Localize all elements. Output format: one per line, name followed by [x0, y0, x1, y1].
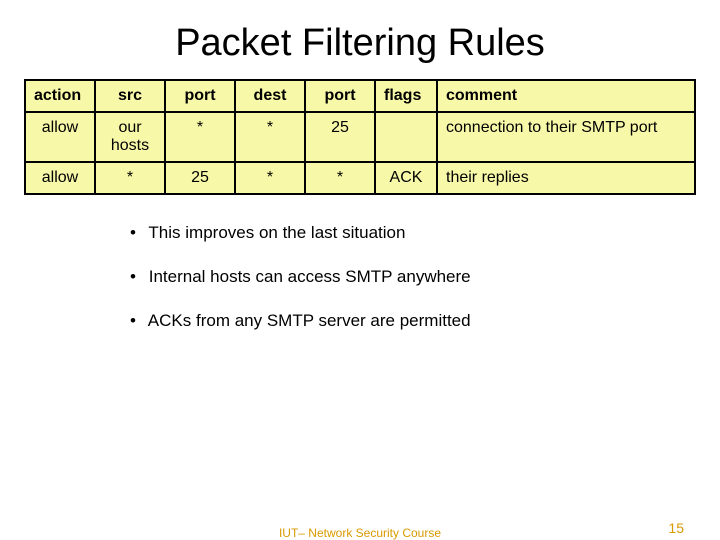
rules-table-wrap: action src port dest port flags comment …: [24, 79, 696, 195]
cell-comment: their replies: [437, 162, 695, 194]
bullet-text: Internal hosts can access SMTP anywhere: [149, 267, 471, 286]
cell-comment: connection to their SMTP port: [437, 112, 695, 162]
cell-dest: *: [235, 162, 305, 194]
cell-port1: *: [165, 112, 235, 162]
cell-flags: [375, 112, 437, 162]
cell-port2: 25: [305, 112, 375, 162]
rules-table: action src port dest port flags comment …: [24, 79, 696, 195]
cell-flags: ACK: [375, 162, 437, 194]
bullet-icon: •: [130, 267, 144, 287]
page-title: Packet Filtering Rules: [0, 22, 720, 65]
list-item: • ACKs from any SMTP server are permitte…: [130, 311, 720, 331]
cell-port1: 25: [165, 162, 235, 194]
list-item: • Internal hosts can access SMTP anywher…: [130, 267, 720, 287]
cell-port2: *: [305, 162, 375, 194]
bullet-text: This improves on the last situation: [148, 223, 405, 242]
bullet-icon: •: [130, 311, 144, 331]
cell-src: *: [95, 162, 165, 194]
page-number: 15: [668, 520, 684, 536]
col-comment: comment: [437, 80, 695, 112]
col-src: src: [95, 80, 165, 112]
col-dest: dest: [235, 80, 305, 112]
cell-dest: *: [235, 112, 305, 162]
footer-text: IUT– Network Security Course: [0, 526, 720, 540]
slide: Packet Filtering Rules action src port d…: [0, 22, 720, 540]
table-header-row: action src port dest port flags comment: [25, 80, 695, 112]
list-item: • This improves on the last situation: [130, 223, 720, 243]
cell-action: allow: [25, 112, 95, 162]
bullet-icon: •: [130, 223, 144, 243]
col-action: action: [25, 80, 95, 112]
cell-src: our hosts: [95, 112, 165, 162]
table-row: allow * 25 * * ACK their replies: [25, 162, 695, 194]
cell-action: allow: [25, 162, 95, 194]
table-row: allow our hosts * * 25 connection to the…: [25, 112, 695, 162]
col-flags: flags: [375, 80, 437, 112]
col-port1: port: [165, 80, 235, 112]
col-port2: port: [305, 80, 375, 112]
bullet-list: • This improves on the last situation • …: [130, 223, 720, 331]
bullet-text: ACKs from any SMTP server are permitted: [148, 311, 471, 330]
